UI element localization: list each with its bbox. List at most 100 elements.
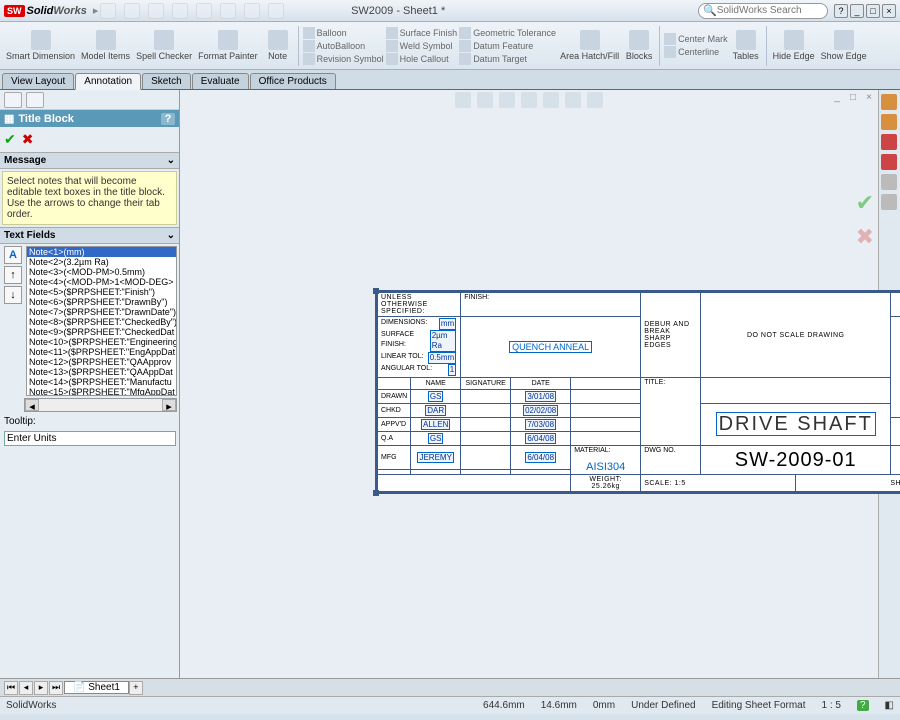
zoom-fit-icon[interactable] xyxy=(455,92,471,108)
lt-field[interactable]: 0.5mm xyxy=(428,352,456,364)
appearances-icon[interactable] xyxy=(881,174,897,190)
tab-sketch[interactable]: Sketch xyxy=(142,73,191,89)
property-manager-icon[interactable] xyxy=(26,92,44,108)
last-sheet-button[interactable]: ⏭ xyxy=(49,681,63,695)
search-box[interactable]: 🔍 xyxy=(698,3,828,19)
centerline-button[interactable]: Centerline xyxy=(664,46,728,58)
datum-target-button[interactable]: Datum Target xyxy=(459,53,556,65)
tab-office-products[interactable]: Office Products xyxy=(250,73,336,89)
design-library-icon[interactable] xyxy=(881,114,897,130)
search-input[interactable] xyxy=(717,5,817,16)
text-field-item[interactable]: Note<11>($PRPSHEET:"EngAppDat xyxy=(27,347,176,357)
text-field-item[interactable]: Note<13>($PRPSHEET:"QAAppDat xyxy=(27,367,176,377)
display-style-icon[interactable] xyxy=(543,92,559,108)
custom-props-icon[interactable] xyxy=(881,194,897,210)
geometric-tolerance-button[interactable]: Geometric Tolerance xyxy=(459,27,556,39)
hole-callout-button[interactable]: Hole Callout xyxy=(386,53,458,65)
confirm-corner-ok[interactable]: ✔ xyxy=(856,190,874,216)
qat-rebuild-icon[interactable] xyxy=(244,3,260,19)
qat-options-icon[interactable] xyxy=(268,3,284,19)
doc-minimize-button[interactable]: _ xyxy=(830,92,844,106)
spell-checker-button[interactable]: Spell Checker xyxy=(134,28,194,63)
move-up-button[interactable]: ↑ xyxy=(4,266,22,284)
add-sheet-button[interactable]: + xyxy=(129,681,143,695)
chkd-date[interactable]: 02/02/08 xyxy=(523,405,558,416)
text-field-item[interactable]: Note<4>(<MOD-PM>1<MOD-DEG> xyxy=(27,277,176,287)
format-painter-button[interactable]: Format Painter xyxy=(196,28,260,63)
sheet-tab-1[interactable]: 📄 Sheet1 xyxy=(64,681,129,694)
file-explorer-icon[interactable] xyxy=(881,134,897,150)
text-fields-header[interactable]: Text Fields⌄ xyxy=(0,227,179,244)
note-button[interactable]: Note xyxy=(262,28,294,63)
text-field-item[interactable]: Note<8>($PRPSHEET:"CheckedBy") xyxy=(27,317,176,327)
scroll-left-button[interactable]: ◂ xyxy=(25,399,39,411)
text-field-item[interactable]: Note<5>($PRPSHEET:"Finish") xyxy=(27,287,176,297)
smart-dimension-button[interactable]: Smart Dimension xyxy=(4,28,77,63)
prev-sheet-button[interactable]: ◂ xyxy=(19,681,33,695)
section-view-icon[interactable] xyxy=(521,92,537,108)
scroll-right-button[interactable]: ▸ xyxy=(162,399,176,411)
collapse-icon[interactable]: ⌄ xyxy=(167,230,175,241)
confirm-corner-cancel[interactable]: ✖ xyxy=(856,224,874,250)
text-field-item[interactable]: Note<6>($PRPSHEET:"DrawnBy") xyxy=(27,297,176,307)
font-icon[interactable]: A xyxy=(4,246,22,264)
maximize-button[interactable]: □ xyxy=(866,4,880,18)
tab-annotation[interactable]: Annotation xyxy=(75,73,141,90)
balloon-button[interactable]: Balloon xyxy=(303,27,384,39)
qat-new-icon[interactable] xyxy=(100,3,116,19)
text-field-item[interactable]: Note<1>(mm) xyxy=(27,247,176,257)
model-items-button[interactable]: Model Items xyxy=(79,28,132,63)
mfg-name[interactable]: JEREMY xyxy=(417,452,453,463)
text-field-item[interactable]: Note<12>($PRPSHEET:"QAApprov xyxy=(27,357,176,367)
zoom-area-icon[interactable] xyxy=(477,92,493,108)
resize-handle[interactable] xyxy=(373,490,379,496)
chkd-name[interactable]: DAR xyxy=(425,405,446,416)
sf-field[interactable]: 2µm Ra xyxy=(430,330,456,352)
center-mark-button[interactable]: Center Mark xyxy=(664,33,728,45)
status-scale[interactable]: 1 : 5 xyxy=(822,700,841,711)
drawing-title[interactable]: DRIVE SHAFT xyxy=(701,404,891,446)
collapse-icon[interactable]: ⌄ xyxy=(167,155,175,166)
dwg-no-value[interactable]: SW-2009-01 xyxy=(701,446,891,475)
status-help-icon[interactable]: ? xyxy=(857,700,869,711)
message-header[interactable]: Message⌄ xyxy=(0,152,179,169)
tab-evaluate[interactable]: Evaluate xyxy=(192,73,249,89)
surface-finish-button[interactable]: Surface Finish xyxy=(386,27,458,39)
move-down-button[interactable]: ↓ xyxy=(4,286,22,304)
horizontal-scrollbar[interactable]: ◂ ▸ xyxy=(24,398,177,412)
revision-symbol-button[interactable]: Revision Symbol xyxy=(303,53,384,65)
mfg-date[interactable]: 6/04/08 xyxy=(525,452,556,463)
first-sheet-button[interactable]: ⏮ xyxy=(4,681,18,695)
text-fields-list[interactable]: Note<1>(mm)Note<2>(3.2µm Ra)Note<3>(<MOD… xyxy=(26,246,177,396)
text-field-item[interactable]: Note<3>(<MOD-PM>0.5mm) xyxy=(27,267,176,277)
tab-view-layout[interactable]: View Layout xyxy=(2,73,74,89)
qat-redo-icon[interactable] xyxy=(220,3,236,19)
ok-button[interactable]: ✔ xyxy=(4,131,16,148)
drawn-name[interactable]: GS xyxy=(428,391,444,402)
tables-button[interactable]: Tables xyxy=(730,28,762,63)
qat-open-icon[interactable] xyxy=(124,3,140,19)
dim-field[interactable]: mm xyxy=(439,318,456,330)
scale-value[interactable]: SCALE: 1:5 xyxy=(641,475,796,492)
help-button[interactable]: ? xyxy=(834,4,848,18)
title-block-frame[interactable]: UNLESS OTHERWISE SPECIFIED: FINISH: DEBU… xyxy=(375,290,900,494)
area-hatch-button[interactable]: Area Hatch/Fill xyxy=(558,28,621,63)
previous-view-icon[interactable] xyxy=(499,92,515,108)
qat-undo-icon[interactable] xyxy=(196,3,212,19)
weight-value[interactable]: WEIGHT: 25.26kg xyxy=(571,475,641,492)
auto-balloon-button[interactable]: AutoBalloon xyxy=(303,40,384,52)
drawing-canvas[interactable]: _ □ × ✔ ✖ UNLESS OTHERWISE SPECIFIED: FI… xyxy=(180,90,878,678)
qat-save-icon[interactable] xyxy=(148,3,164,19)
status-flag-icon[interactable]: ◧ xyxy=(885,700,894,711)
tooltip-input[interactable] xyxy=(4,431,176,446)
datum-feature-button[interactable]: Datum Feature xyxy=(459,40,556,52)
next-sheet-button[interactable]: ▸ xyxy=(34,681,48,695)
text-field-item[interactable]: Note<9>($PRPSHEET:"CheckedDat xyxy=(27,327,176,337)
hide-edge-button[interactable]: Hide Edge xyxy=(771,28,817,63)
show-edge-button[interactable]: Show Edge xyxy=(819,28,869,63)
resources-icon[interactable] xyxy=(881,94,897,110)
qa-date[interactable]: 6/04/08 xyxy=(525,433,556,444)
text-field-item[interactable]: Note<10>($PRPSHEET:"Engineering xyxy=(27,337,176,347)
blocks-button[interactable]: Blocks xyxy=(623,28,655,63)
close-button[interactable]: × xyxy=(882,4,896,18)
